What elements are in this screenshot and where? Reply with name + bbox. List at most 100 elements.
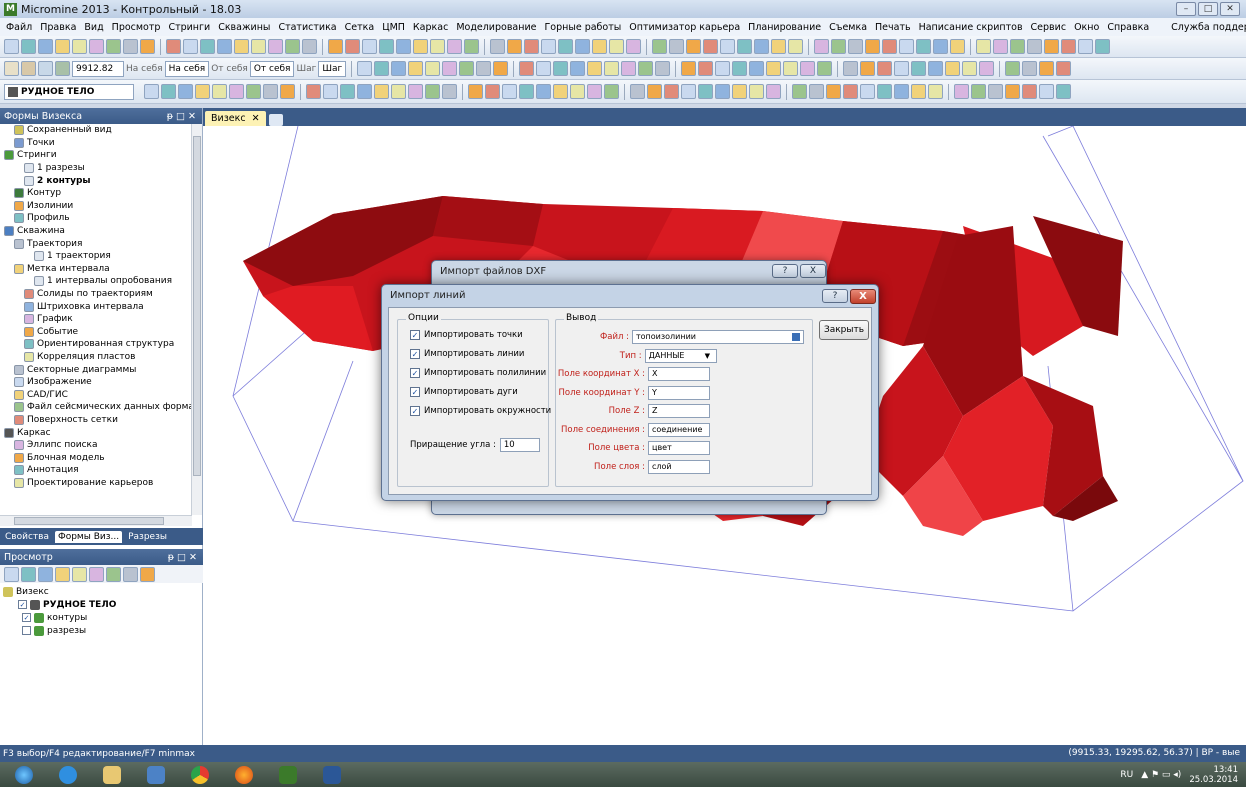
tree-item[interactable]: Корреляция пластов (0, 351, 192, 364)
toolbar-icon[interactable] (754, 39, 769, 54)
toolbar-icon[interactable] (4, 39, 19, 54)
toolbar-icon[interactable] (502, 83, 517, 99)
toolbar-icon[interactable] (592, 39, 607, 54)
tray-icons[interactable]: ▲ ⚑ ▭ ◂) (1141, 770, 1181, 780)
toolbar-icon[interactable] (123, 566, 138, 582)
close-button[interactable]: Закрыть (819, 320, 869, 340)
toolbar-icon[interactable] (200, 39, 215, 54)
toolbar-icon[interactable] (140, 566, 155, 582)
checkbox-mark[interactable]: ✓ (410, 406, 420, 416)
menu-item[interactable]: Съемка (829, 22, 867, 33)
tree-item[interactable]: Поверхность сетки (0, 414, 192, 427)
toolbar-icon[interactable] (698, 60, 714, 76)
tree-item[interactable]: Точки (0, 137, 192, 150)
toolbar-icon[interactable] (954, 83, 969, 99)
toolbar-icon[interactable] (788, 39, 803, 54)
toolbar-icon[interactable] (55, 61, 70, 76)
toolbar-icon[interactable] (865, 39, 880, 54)
toolbar-icon[interactable] (860, 60, 876, 76)
menu-item[interactable]: Правка (40, 22, 76, 33)
ot-sebya-combo[interactable]: От себя (249, 60, 295, 77)
toolbar-icon[interactable] (55, 39, 70, 54)
toolbar-icon[interactable] (950, 39, 965, 54)
import-option-checkbox[interactable]: ✓ Импортировать полилинии (410, 368, 546, 378)
toolbar-icon[interactable] (144, 83, 159, 99)
shag-combo[interactable]: Шаг (318, 60, 347, 77)
menu-item[interactable]: ЦМП (382, 22, 405, 33)
toolbar-icon[interactable] (1061, 39, 1076, 54)
output-field-input[interactable]: цвет (648, 441, 710, 455)
toolbar-icon[interactable] (1022, 60, 1038, 76)
toolbar-icon[interactable] (655, 60, 671, 76)
toolbar-icon[interactable] (38, 566, 53, 582)
toolbar-icon[interactable] (630, 83, 645, 99)
toolbar-icon[interactable] (732, 60, 748, 76)
menu-item[interactable]: Написание скриптов (919, 22, 1023, 33)
word-taskbar-icon[interactable] (312, 764, 352, 786)
toolbar-icon[interactable] (408, 83, 423, 99)
tree-item[interactable]: Профиль (0, 212, 192, 225)
toolbar-icon[interactable] (575, 39, 590, 54)
toolbar-icon[interactable] (1039, 83, 1054, 99)
menu-item[interactable]: Стринги (168, 22, 210, 33)
toolbar-icon[interactable] (894, 83, 909, 99)
browse-file-icon[interactable] (792, 333, 800, 341)
toolbar-icon[interactable] (391, 83, 406, 99)
toolbar-icon[interactable] (374, 60, 390, 76)
preview-item[interactable]: ✓ РУДНОЕ ТЕЛО (0, 598, 203, 611)
toolbar-icon[interactable] (357, 60, 373, 76)
tree-item[interactable]: Событие (0, 326, 192, 339)
toolbar-icon[interactable] (38, 61, 53, 76)
toolbar-icon[interactable] (979, 60, 995, 76)
toolbar-icon[interactable] (212, 83, 227, 99)
toolbar-icon[interactable] (1095, 39, 1110, 54)
tab-properties[interactable]: Свойства (2, 531, 52, 543)
toolbar-icon[interactable] (38, 39, 53, 54)
toolbar-icon[interactable] (229, 83, 244, 99)
menu-item[interactable]: Оптимизатор карьера (629, 22, 740, 33)
toolbar-icon[interactable] (553, 83, 568, 99)
toolbar-icon[interactable] (809, 83, 824, 99)
toolbar-icon[interactable] (720, 39, 735, 54)
tree-item[interactable]: Штриховка интервала (0, 300, 192, 313)
toolbar-icon[interactable] (604, 83, 619, 99)
toolbar-icon[interactable] (928, 83, 943, 99)
close-window-button[interactable]: ✕ (1220, 2, 1240, 16)
preview-checkbox[interactable]: ✓ (22, 613, 31, 622)
toolbar-icon[interactable] (749, 83, 764, 99)
checkbox-mark[interactable]: ✓ (410, 349, 420, 359)
preview-checkbox[interactable] (22, 626, 31, 635)
toolbar-icon[interactable] (553, 60, 569, 76)
toolbar-icon[interactable] (4, 566, 19, 582)
toolbar-icon[interactable] (860, 83, 875, 99)
toolbar-icon[interactable] (459, 60, 475, 76)
toolbar-icon[interactable] (558, 39, 573, 54)
toolbar-icon[interactable] (178, 83, 193, 99)
toolbar-icon[interactable] (379, 39, 394, 54)
toolbar-icon[interactable] (669, 39, 684, 54)
output-field-input[interactable]: X (648, 367, 710, 381)
toolbar-icon[interactable] (604, 60, 620, 76)
output-field-input[interactable]: Y (648, 385, 710, 400)
toolbar-icon[interactable] (246, 83, 261, 99)
import-option-checkbox[interactable]: ✓ Импортировать точки (410, 330, 523, 340)
toolbar-icon[interactable] (251, 39, 266, 54)
toolbar-icon[interactable] (621, 60, 637, 76)
toolbar-icon[interactable] (21, 566, 36, 582)
menu-item[interactable]: Моделирование (456, 22, 536, 33)
toolbar-icon[interactable] (1056, 83, 1071, 99)
toolbar-icon[interactable] (280, 83, 295, 99)
toolbar-icon[interactable] (391, 60, 407, 76)
tree-item[interactable]: Ориентированная структура (0, 338, 192, 351)
maximize-button[interactable]: □ (1198, 2, 1218, 16)
start-button[interactable] (4, 764, 44, 786)
checkbox-mark[interactable]: ✓ (410, 330, 420, 340)
clock[interactable]: 13:41 25.03.2014 (1189, 765, 1238, 785)
toolbar-icon[interactable] (106, 566, 121, 582)
output-field-input[interactable]: слой (648, 459, 710, 474)
toolbar-icon[interactable] (894, 60, 910, 76)
toolbar-icon[interactable] (800, 60, 816, 76)
tab-sections[interactable]: Разрезы (125, 531, 170, 543)
toolbar-icon[interactable] (976, 39, 991, 54)
toolbar-icon[interactable] (328, 39, 343, 54)
